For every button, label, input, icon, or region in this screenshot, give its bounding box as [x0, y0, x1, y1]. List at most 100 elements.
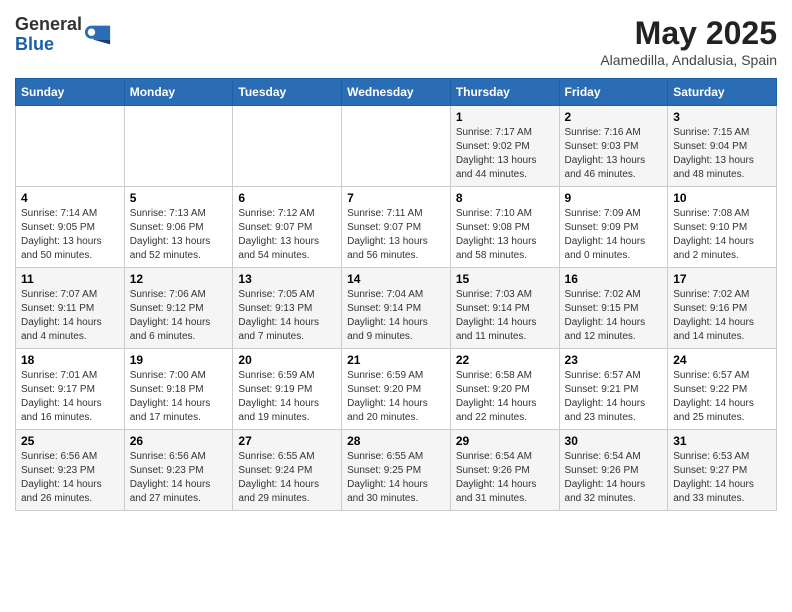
day-number: 23 [565, 353, 663, 367]
calendar-header-row: SundayMondayTuesdayWednesdayThursdayFrid… [16, 79, 777, 106]
calendar-cell: 11 Sunrise: 7:07 AM Sunset: 9:11 PM Dayli… [16, 268, 125, 349]
day-number: 16 [565, 272, 663, 286]
calendar-week-row: 1 Sunrise: 7:17 AM Sunset: 9:02 PM Daylig… [16, 106, 777, 187]
day-number: 10 [673, 191, 771, 205]
day-number: 11 [21, 272, 119, 286]
calendar-cell [233, 106, 342, 187]
day-number: 1 [456, 110, 554, 124]
day-info: Sunrise: 6:58 AM Sunset: 9:20 PM Dayligh… [456, 369, 554, 425]
day-number: 15 [456, 272, 554, 286]
calendar-cell: 9 Sunrise: 7:09 AM Sunset: 9:09 PM Daylig… [559, 187, 668, 268]
calendar-cell: 6 Sunrise: 7:12 AM Sunset: 9:07 PM Daylig… [233, 187, 342, 268]
calendar-cell: 15Sunrise: 7:03 AM Sunset: 9:14 PM Dayli… [450, 268, 559, 349]
logo-text: General Blue [15, 15, 82, 55]
day-info: Sunrise: 6:56 AM Sunset: 9:23 PM Dayligh… [130, 450, 228, 506]
calendar-week-row: 18 Sunrise: 7:01 AM Sunset: 9:17 PM Dayli… [16, 349, 777, 430]
day-info: Sunrise: 6:55 AM Sunset: 9:24 PM Dayligh… [238, 450, 336, 506]
calendar-cell: 21 Sunrise: 6:59 AM Sunset: 9:20 PM Dayli… [342, 349, 451, 430]
day-number: 18 [21, 353, 119, 367]
logo-icon [84, 21, 112, 49]
day-number: 22 [456, 353, 554, 367]
day-number: 6 [238, 191, 336, 205]
day-info: Sunrise: 7:06 AM Sunset: 9:12 PM Dayligh… [130, 288, 228, 344]
calendar-cell: 29Sunrise: 6:54 AM Sunset: 9:26 PM Dayli… [450, 430, 559, 511]
day-header-friday: Friday [559, 79, 668, 106]
day-info: Sunrise: 7:09 AM Sunset: 9:09 PM Dayligh… [565, 207, 663, 263]
calendar-cell: 3Sunrise: 7:15 AM Sunset: 9:04 PM Daylig… [668, 106, 777, 187]
day-number: 17 [673, 272, 771, 286]
day-number: 31 [673, 434, 771, 448]
day-number: 14 [347, 272, 445, 286]
calendar-cell: 28 Sunrise: 6:55 AM Sunset: 9:25 PM Dayli… [342, 430, 451, 511]
day-number: 26 [130, 434, 228, 448]
day-info: Sunrise: 6:59 AM Sunset: 9:20 PM Dayligh… [347, 369, 445, 425]
day-info: Sunrise: 7:05 AM Sunset: 9:13 PM Dayligh… [238, 288, 336, 344]
calendar-cell: 5Sunrise: 7:13 AM Sunset: 9:06 PM Daylig… [124, 187, 233, 268]
day-info: Sunrise: 7:17 AM Sunset: 9:02 PM Dayligh… [456, 126, 554, 182]
day-info: Sunrise: 7:08 AM Sunset: 9:10 PM Dayligh… [673, 207, 771, 263]
day-info: Sunrise: 7:12 AM Sunset: 9:07 PM Dayligh… [238, 207, 336, 263]
day-info: Sunrise: 7:07 AM Sunset: 9:11 PM Dayligh… [21, 288, 119, 344]
day-number: 21 [347, 353, 445, 367]
day-number: 9 [565, 191, 663, 205]
calendar-cell: 23 Sunrise: 6:57 AM Sunset: 9:21 PM Dayli… [559, 349, 668, 430]
day-number: 29 [456, 434, 554, 448]
calendar-cell: 31 Sunrise: 6:53 AM Sunset: 9:27 PM Dayli… [668, 430, 777, 511]
day-number: 25 [21, 434, 119, 448]
day-info: Sunrise: 6:55 AM Sunset: 9:25 PM Dayligh… [347, 450, 445, 506]
day-info: Sunrise: 7:14 AM Sunset: 9:05 PM Dayligh… [21, 207, 119, 263]
day-number: 4 [21, 191, 119, 205]
day-info: Sunrise: 7:01 AM Sunset: 9:17 PM Dayligh… [21, 369, 119, 425]
day-number: 12 [130, 272, 228, 286]
day-number: 7 [347, 191, 445, 205]
calendar-cell [342, 106, 451, 187]
calendar-cell: 1 Sunrise: 7:17 AM Sunset: 9:02 PM Daylig… [450, 106, 559, 187]
calendar-cell: 19 Sunrise: 7:00 AM Sunset: 9:18 PM Dayli… [124, 349, 233, 430]
page-header: General Blue May 2025 Alamedilla, Andalu… [15, 15, 777, 68]
calendar-cell: 18 Sunrise: 7:01 AM Sunset: 9:17 PM Dayli… [16, 349, 125, 430]
day-info: Sunrise: 6:54 AM Sunset: 9:26 PM Dayligh… [565, 450, 663, 506]
calendar-cell: 14 Sunrise: 7:04 AM Sunset: 9:14 PM Dayli… [342, 268, 451, 349]
day-number: 13 [238, 272, 336, 286]
day-info: Sunrise: 7:00 AM Sunset: 9:18 PM Dayligh… [130, 369, 228, 425]
day-info: Sunrise: 7:02 AM Sunset: 9:16 PM Dayligh… [673, 288, 771, 344]
day-info: Sunrise: 6:57 AM Sunset: 9:21 PM Dayligh… [565, 369, 663, 425]
calendar-cell: 24Sunrise: 6:57 AM Sunset: 9:22 PM Dayli… [668, 349, 777, 430]
day-info: Sunrise: 7:15 AM Sunset: 9:04 PM Dayligh… [673, 126, 771, 182]
calendar-cell [16, 106, 125, 187]
calendar-cell: 25 Sunrise: 6:56 AM Sunset: 9:23 PM Dayli… [16, 430, 125, 511]
day-info: Sunrise: 6:56 AM Sunset: 9:23 PM Dayligh… [21, 450, 119, 506]
day-info: Sunrise: 7:04 AM Sunset: 9:14 PM Dayligh… [347, 288, 445, 344]
day-header-thursday: Thursday [450, 79, 559, 106]
title-block: May 2025 Alamedilla, Andalusia, Spain [600, 15, 777, 68]
day-number: 8 [456, 191, 554, 205]
day-info: Sunrise: 7:10 AM Sunset: 9:08 PM Dayligh… [456, 207, 554, 263]
calendar-cell: 13 Sunrise: 7:05 AM Sunset: 9:13 PM Dayli… [233, 268, 342, 349]
day-number: 20 [238, 353, 336, 367]
calendar-cell: 22 Sunrise: 6:58 AM Sunset: 9:20 PM Dayli… [450, 349, 559, 430]
day-number: 27 [238, 434, 336, 448]
day-number: 28 [347, 434, 445, 448]
day-number: 24 [673, 353, 771, 367]
calendar-table: SundayMondayTuesdayWednesdayThursdayFrid… [15, 78, 777, 511]
calendar-cell: 20Sunrise: 6:59 AM Sunset: 9:19 PM Dayli… [233, 349, 342, 430]
month-year: May 2025 [600, 15, 777, 52]
day-number: 2 [565, 110, 663, 124]
calendar-cell [124, 106, 233, 187]
day-info: Sunrise: 6:53 AM Sunset: 9:27 PM Dayligh… [673, 450, 771, 506]
day-header-tuesday: Tuesday [233, 79, 342, 106]
day-header-monday: Monday [124, 79, 233, 106]
day-header-saturday: Saturday [668, 79, 777, 106]
calendar-cell: 16 Sunrise: 7:02 AM Sunset: 9:15 PM Dayli… [559, 268, 668, 349]
day-info: Sunrise: 7:16 AM Sunset: 9:03 PM Dayligh… [565, 126, 663, 182]
day-number: 30 [565, 434, 663, 448]
day-number: 19 [130, 353, 228, 367]
calendar-cell: 8 Sunrise: 7:10 AM Sunset: 9:08 PM Daylig… [450, 187, 559, 268]
calendar-cell: 2 Sunrise: 7:16 AM Sunset: 9:03 PM Daylig… [559, 106, 668, 187]
logo: General Blue [15, 15, 112, 55]
calendar-cell: 12 Sunrise: 7:06 AM Sunset: 9:12 PM Dayli… [124, 268, 233, 349]
day-info: Sunrise: 7:02 AM Sunset: 9:15 PM Dayligh… [565, 288, 663, 344]
calendar-cell: 17 Sunrise: 7:02 AM Sunset: 9:16 PM Dayli… [668, 268, 777, 349]
calendar-week-row: 25 Sunrise: 6:56 AM Sunset: 9:23 PM Dayli… [16, 430, 777, 511]
day-info: Sunrise: 7:13 AM Sunset: 9:06 PM Dayligh… [130, 207, 228, 263]
